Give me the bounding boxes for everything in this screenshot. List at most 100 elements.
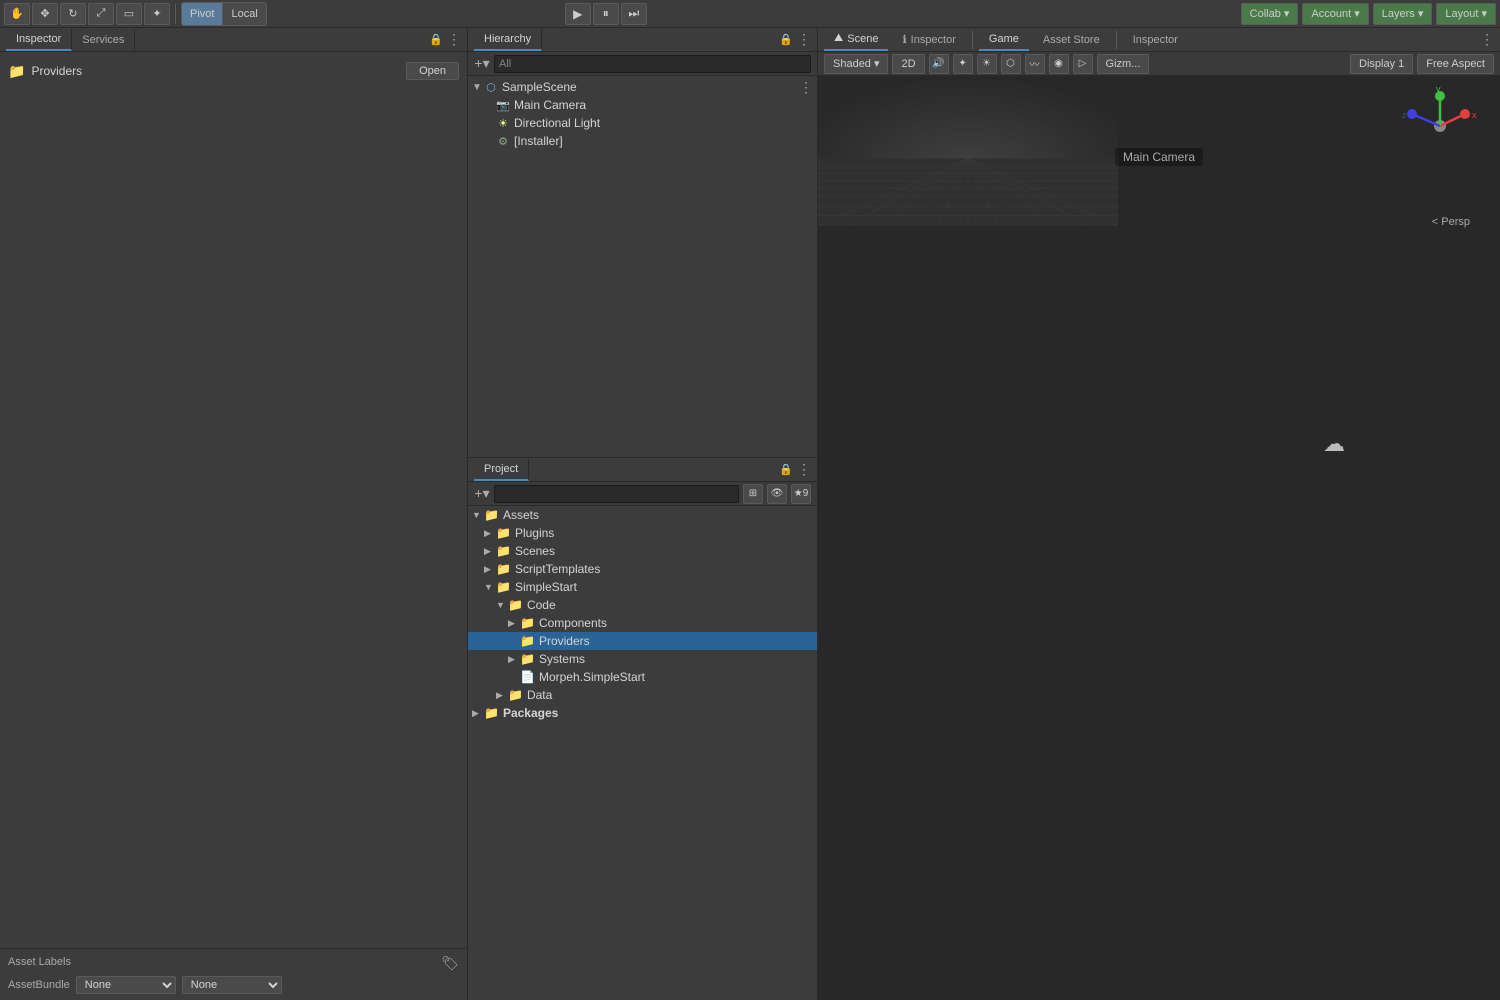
right-inspector-tab[interactable]: Inspector [1123, 29, 1188, 51]
effects-btn[interactable]: ✦ [953, 54, 973, 74]
layout-btn[interactable]: Layout ▾ [1436, 3, 1496, 25]
scene-options-btn[interactable]: ⋮ [799, 79, 813, 96]
step-btn[interactable]: ⏭ [621, 3, 647, 25]
providers-folder-icon: 📁 [520, 634, 535, 648]
scene-tab[interactable]: ⛰ Scene [824, 29, 888, 51]
project-tab[interactable]: Project [474, 459, 529, 481]
project-toolbar: +▾ ⊞ 👁 ★9 [468, 482, 817, 506]
sep1 [175, 4, 176, 24]
inspector-tab[interactable]: Inspector [6, 29, 72, 51]
open-button[interactable]: Open [406, 62, 459, 80]
scene-label: SampleScene [502, 80, 577, 94]
asset-bundle-select[interactable]: None [76, 976, 176, 994]
project-filter-btn[interactable]: ⊞ [743, 484, 763, 504]
pivot-local-group: Pivot Local [181, 2, 267, 26]
scale-tool-btn[interactable]: ⤢ [88, 3, 114, 25]
hierarchy-lock-icon[interactable]: 🔒 [779, 33, 793, 47]
installer-item[interactable]: ⚙ [Installer] [468, 132, 817, 150]
packages-folder-icon: 📁 [484, 706, 499, 720]
gizmos-btn[interactable]: Gizm... [1097, 54, 1150, 74]
scene-inspector-tab[interactable]: ℹ Inspector [892, 29, 965, 51]
morpeh-script-icon: 📄 [520, 670, 535, 684]
game-tab[interactable]: Game [979, 29, 1029, 51]
scenes-folder[interactable]: ▶ 📁 Scenes [468, 542, 817, 560]
packages-folder[interactable]: ▶ 📁 Packages [468, 704, 817, 722]
scene-more-icon[interactable]: ⋮ [1480, 33, 1494, 47]
directional-light-item[interactable]: ☀ Directional Light [468, 114, 817, 132]
audio-btn[interactable]: 🔊 [929, 54, 949, 74]
more-icon-left[interactable]: ⋮ [447, 33, 461, 47]
display-btn[interactable]: Display 1 [1350, 54, 1413, 74]
lock-icon[interactable]: 🔒 [429, 33, 443, 47]
morpeh-label: Morpeh.SimpleStart [539, 670, 645, 684]
components-folder[interactable]: ▶ 📁 Components [468, 614, 817, 632]
assets-folder-icon: 📁 [484, 508, 499, 522]
scene-lighting-btn[interactable]: ☀ [977, 54, 997, 74]
rotate-tool-btn[interactable]: ↻ [60, 3, 86, 25]
collab-btn[interactable]: Collab ▾ [1241, 3, 1299, 25]
providers-folder[interactable]: 📁 Providers [468, 632, 817, 650]
shaded-btn[interactable]: Shaded ▾ [824, 54, 888, 74]
play-btn[interactable]: ▶ [565, 3, 591, 25]
hierarchy-more-icon[interactable]: ⋮ [797, 33, 811, 47]
project-actions: 🔒 ⋮ [779, 463, 811, 477]
project-more-icon[interactable]: ⋮ [797, 463, 811, 477]
free-aspect-btn[interactable]: Free Aspect [1417, 54, 1494, 74]
fog-btn[interactable]: 〰 [1025, 54, 1045, 74]
scene-icon: ⬡ [484, 80, 498, 94]
project-add-btn[interactable]: +▾ [474, 486, 490, 502]
hierarchy-add-btn[interactable]: +▾ [474, 56, 490, 72]
project-star-btn[interactable]: ★9 [791, 484, 811, 504]
gizmo-widget[interactable]: x y z [1400, 86, 1480, 166]
services-tab[interactable]: Services [72, 29, 135, 51]
hierarchy-tab[interactable]: Hierarchy [474, 29, 542, 51]
left-panel: Inspector Services 🔒 ⋮ 📁 Providers Open … [0, 28, 468, 1000]
plugins-folder[interactable]: ▶ 📁 Plugins [468, 524, 817, 542]
shaded-arrow: ▾ [874, 57, 880, 70]
pivot-btn[interactable]: Pivot [182, 3, 223, 25]
asset-labels-title: Asset Labels [8, 956, 71, 968]
persp-label: < Persp [1432, 216, 1470, 228]
project-lock-icon[interactable]: 🔒 [779, 463, 793, 477]
move-tool-btn[interactable]: ✥ [32, 3, 58, 25]
project-eye-btn[interactable]: 👁 [767, 484, 787, 504]
svg-text:x: x [1472, 110, 1477, 120]
pause-btn[interactable]: ⏸ [593, 3, 619, 25]
asset-bundle-select2[interactable]: None [182, 976, 282, 994]
flare-btn[interactable]: ◉ [1049, 54, 1069, 74]
play-controls: ▶ ⏸ ⏭ [565, 3, 647, 25]
assets-folder[interactable]: ▼ 📁 Assets [468, 506, 817, 524]
tag-icon[interactable]: 🏷 [441, 955, 459, 972]
code-label: Code [527, 598, 556, 612]
packages-label: Packages [503, 706, 558, 720]
skybox-btn[interactable]: ⬡ [1001, 54, 1021, 74]
animated-btn[interactable]: ▷ [1073, 54, 1093, 74]
asset-store-label: Asset Store [1043, 34, 1100, 46]
systems-folder[interactable]: ▶ 📁 Systems [468, 650, 817, 668]
layers-btn[interactable]: Layers ▾ [1373, 3, 1433, 25]
morpeh-script[interactable]: 📄 Morpeh.SimpleStart [468, 668, 817, 686]
multi-tool-btn[interactable]: ✦ [144, 3, 170, 25]
components-label: Components [539, 616, 607, 630]
vsep1 [972, 31, 973, 49]
rect-tool-btn[interactable]: ▭ [116, 3, 142, 25]
project-tab-bar: Project 🔒 ⋮ [468, 458, 817, 482]
main-camera-item[interactable]: 📷 Main Camera [468, 96, 817, 114]
data-folder[interactable]: ▶ 📁 Data [468, 686, 817, 704]
scenes-label: Scenes [515, 544, 555, 558]
scene-viewport: x y z < Persp ☀ ☁ ▐▐ Main Ca [818, 76, 1500, 1000]
2d-btn[interactable]: 2D [892, 54, 924, 74]
asset-store-tab[interactable]: Asset Store [1033, 29, 1110, 51]
asset-labels-section: Asset Labels 🏷 AssetBundle None None [0, 948, 467, 1000]
hierarchy-tab-bar: Hierarchy 🔒 ⋮ [468, 28, 817, 52]
local-btn[interactable]: Local [223, 3, 265, 25]
scene-item[interactable]: ▼ ⬡ SampleScene ⋮ [468, 78, 817, 96]
data-folder-icon: 📁 [508, 688, 523, 702]
project-search-input[interactable] [494, 485, 739, 503]
assets-label: Assets [503, 508, 539, 522]
code-folder[interactable]: ▼ 📁 Code [468, 596, 817, 614]
hand-tool-btn[interactable]: ✋ [4, 3, 30, 25]
simplestart-folder[interactable]: ▼ 📁 SimpleStart [468, 578, 817, 596]
scripttemplates-folder[interactable]: ▶ 📁 ScriptTemplates [468, 560, 817, 578]
account-btn[interactable]: Account ▾ [1302, 3, 1368, 25]
